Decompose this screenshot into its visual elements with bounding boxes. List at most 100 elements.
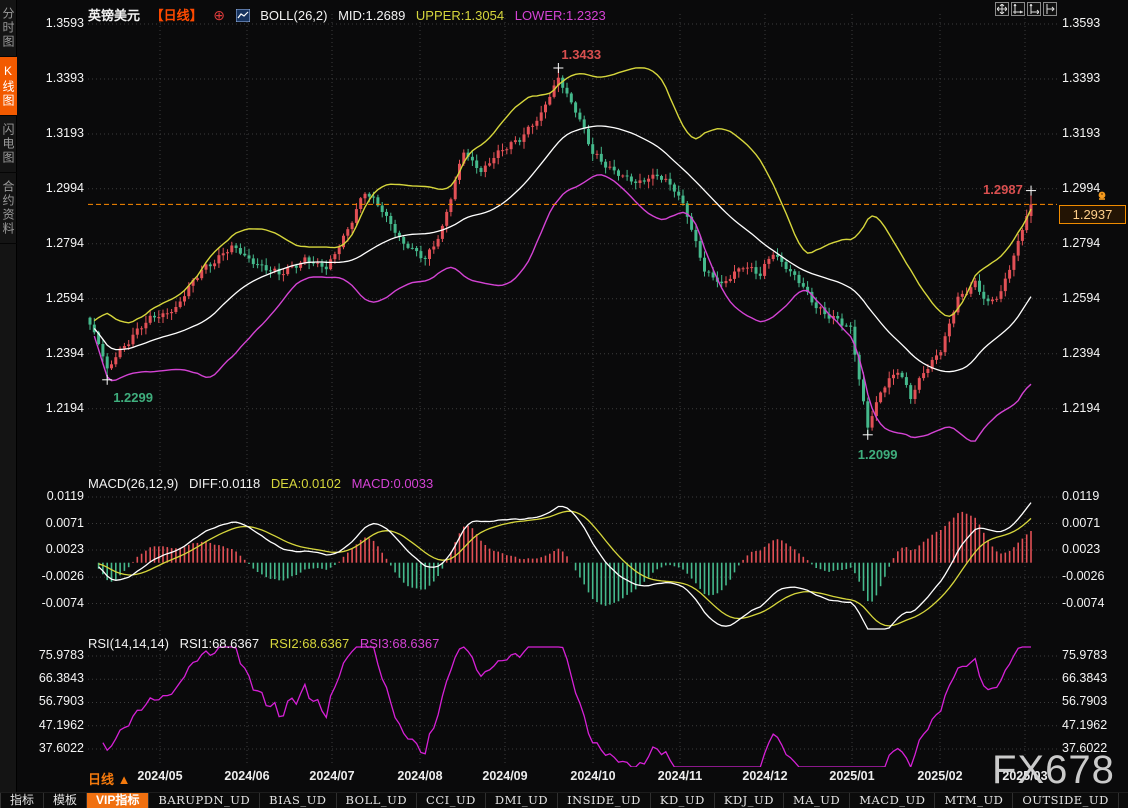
- price-axis-label-right: 1.2794: [1062, 236, 1100, 250]
- indicator-toolbar: 指标模板VIP指标BARUPDN_UDBIAS_UDBOLL_UDCCI_UDD…: [0, 792, 1128, 808]
- ma-ud-button[interactable]: MA_UD: [784, 793, 850, 808]
- price-axis-label-left: 1.3393: [28, 71, 84, 85]
- barupdn-ud-button[interactable]: BARUPDN_UD: [149, 793, 260, 808]
- macd-dea-value: DEA:0.0102: [271, 476, 341, 491]
- macd-axis-label-left: -0.0074: [28, 596, 84, 610]
- date-label: 2024/12: [742, 769, 787, 783]
- outside-ud-button[interactable]: OUTSIDE_UD: [1013, 793, 1119, 808]
- vip-indicators-button[interactable]: VIP指标: [87, 793, 149, 808]
- bias-ud-button[interactable]: BIAS_UD: [260, 793, 336, 808]
- rsi2-value: RSI2:68.6367: [270, 636, 350, 651]
- macd-pane[interactable]: [99, 503, 1031, 629]
- kd-ud-button[interactable]: KD_UD: [651, 793, 715, 808]
- templates-button[interactable]: 模板: [44, 793, 87, 808]
- current-price-tag[interactable]: 1.2937: [1059, 205, 1126, 224]
- macd-axis-label-right: 0.0023: [1062, 542, 1100, 556]
- rsi-axis-label-right: 47.1962: [1062, 718, 1107, 732]
- main-chart-header: 英镑美元 【日线】 ⊕ BOLL(26,2) MID:1.2689 UPPER:…: [88, 5, 613, 25]
- date-label: 2024/06: [224, 769, 269, 783]
- sidebar-tab-lightning-chart[interactable]: 闪电图: [0, 116, 17, 173]
- macd-ud-button[interactable]: MACD_UD: [850, 793, 935, 808]
- sidebar-tab-time-share-chart[interactable]: 分时图: [0, 0, 17, 57]
- sidebar-tab-kline-chart[interactable]: K线图: [0, 57, 17, 116]
- price-axis-label-left: 1.2594: [28, 291, 84, 305]
- inside-ud-button[interactable]: INSIDE_UD: [558, 793, 651, 808]
- price-axis-label-left: 1.3193: [28, 126, 84, 140]
- rsi-header: RSI(14,14,14) RSI1:68.6367 RSI2:68.6367 …: [88, 636, 446, 651]
- boll-label: BOLL(26,2): [260, 8, 327, 23]
- rsi3-value: RSI3:68.6367: [360, 636, 440, 651]
- boll-ud-button[interactable]: BOLL_UD: [337, 793, 418, 808]
- date-label: 2024/08: [397, 769, 442, 783]
- price-axis-label-right: 1.2594: [1062, 291, 1100, 305]
- macd-axis-label-right: -0.0026: [1062, 569, 1104, 583]
- macd-axis-label-right: 0.0071: [1062, 516, 1100, 530]
- price-axis-label-left: 1.2794: [28, 236, 84, 250]
- date-label: 2024/10: [570, 769, 615, 783]
- chart-tools-toolbar: [995, 2, 1057, 16]
- mtm-ud-button[interactable]: MTM_UD: [935, 793, 1013, 808]
- y-axis-scale-icon[interactable]: [1011, 2, 1025, 16]
- swing-cross-marker: [1026, 186, 1036, 196]
- kdj-ud-button[interactable]: KDJ_UD: [715, 793, 784, 808]
- rsi-pane[interactable]: [103, 647, 1031, 767]
- rsi-axis-label-right: 66.3843: [1062, 671, 1107, 685]
- price-axis-label-right: 1.3193: [1062, 126, 1100, 140]
- rsi-axis-label-left: 37.6022: [28, 741, 84, 755]
- boll-lower-value: LOWER:1.2323: [515, 8, 606, 23]
- cci-ud-button[interactable]: CCI_UD: [417, 793, 486, 808]
- price-axis-label-left: 1.2194: [28, 401, 84, 415]
- x-axis-scale-icon[interactable]: [1027, 2, 1041, 16]
- chart-canvas[interactable]: [0, 0, 1128, 792]
- dmi-ud-button[interactable]: DMI_UD: [486, 793, 558, 808]
- rsi-title: RSI(14,14,14): [88, 636, 169, 651]
- date-label: 2024/05: [137, 769, 182, 783]
- price-axis-label-right: 1.3593: [1062, 16, 1100, 30]
- rsi-axis-label-left: 47.1962: [28, 718, 84, 732]
- date-label: 2024/07: [309, 769, 354, 783]
- macd-macd-value: MACD:0.0033: [352, 476, 434, 491]
- price-axis-label-right: 1.2194: [1062, 401, 1100, 415]
- rsi-axis-label-right: 56.7903: [1062, 694, 1107, 708]
- boll-upper-value: UPPER:1.3054: [416, 8, 504, 23]
- price-axis-label-left: 1.3593: [28, 16, 84, 30]
- psy-ud-button[interactable]: PSY_UD: [1119, 793, 1128, 808]
- price-axis-label-right: 1.2994: [1062, 181, 1100, 195]
- price-axis-label-right: 1.3393: [1062, 71, 1100, 85]
- shift-right-icon[interactable]: [1043, 2, 1057, 16]
- line-chart-icon: [236, 9, 250, 25]
- period-tag[interactable]: 【日线】: [151, 8, 203, 23]
- indicators-button[interactable]: 指标: [1, 793, 44, 808]
- price-axis-label-left: 1.2394: [28, 346, 84, 360]
- price-axis-label-left: 1.2994: [28, 181, 84, 195]
- date-label: 2024/11: [658, 769, 703, 783]
- rsi1-value: RSI1:68.6367: [180, 636, 260, 651]
- crosshair-plus-icon[interactable]: ⊕: [213, 7, 225, 23]
- swing-high-label: 1.3433: [561, 47, 601, 62]
- rsi-axis-label-left: 75.9783: [28, 648, 84, 662]
- move-tool-icon[interactable]: [995, 2, 1009, 16]
- watermark: FX678: [992, 748, 1115, 793]
- macd-diff-value: DIFF:0.0118: [189, 476, 260, 491]
- swing-low-label: 1.2299: [113, 390, 153, 405]
- macd-axis-label-left: -0.0026: [28, 569, 84, 583]
- macd-axis-label-left: 0.0023: [28, 542, 84, 556]
- swing-cross-marker: [102, 375, 112, 385]
- macd-title: MACD(26,12,9): [88, 476, 178, 491]
- date-label: 2025/01: [829, 769, 874, 783]
- swing-low-label: 1.2099: [858, 447, 898, 462]
- footer-period-label[interactable]: 日线 ▲: [88, 769, 130, 788]
- boll-mid-value: MID:1.2689: [338, 8, 405, 23]
- sidebar-tab-contract-info[interactable]: 合约资料: [0, 173, 17, 244]
- macd-axis-label-right: -0.0074: [1062, 596, 1104, 610]
- rsi-axis-label-left: 56.7903: [28, 694, 84, 708]
- macd-axis-label-left: 0.0119: [28, 489, 84, 503]
- price-axis-label-right: 1.2394: [1062, 346, 1100, 360]
- swing-high-label: 1.2987: [983, 182, 1023, 197]
- macd-axis-label-left: 0.0071: [28, 516, 84, 530]
- macd-header: MACD(26,12,9) DIFF:0.0118 DEA:0.0102 MAC…: [88, 476, 440, 491]
- left-tab-bar: 分时图K线图闪电图合约资料: [0, 0, 17, 792]
- symbol-title: 英镑美元: [88, 8, 140, 23]
- price-alert-bell-icon[interactable]: [1096, 189, 1108, 207]
- candlestick-pane[interactable]: [89, 68, 1033, 441]
